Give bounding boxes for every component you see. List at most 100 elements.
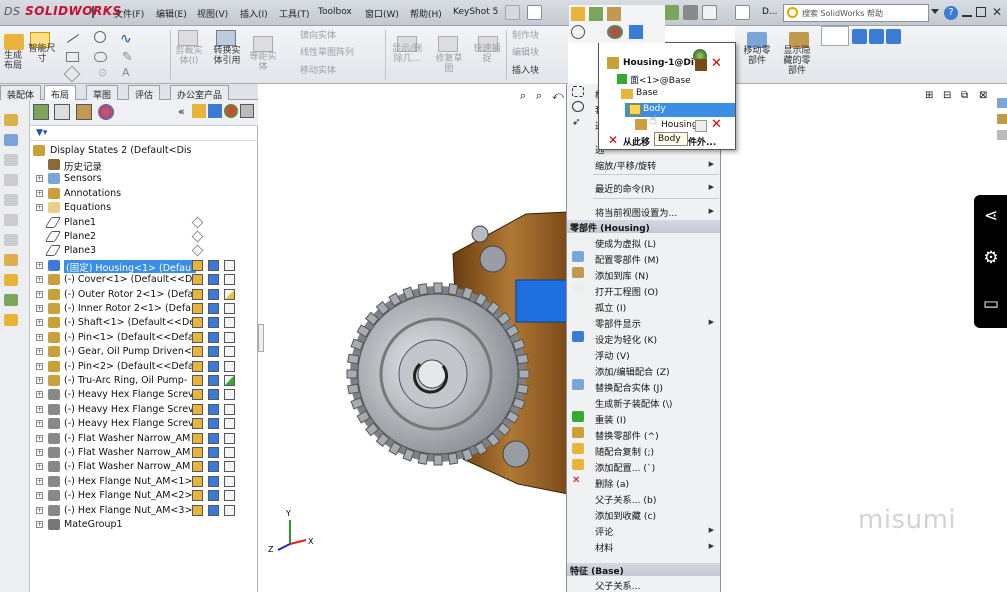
popup-base[interactable]: Base [636, 88, 658, 98]
zoom-icon[interactable] [571, 25, 585, 39]
appearance-cell-icon[interactable] [192, 432, 203, 444]
generate-layout-button[interactable]: 生成 布局 [0, 51, 26, 71]
solidworks-logo[interactable]: DS SOLIDWORKS [4, 4, 122, 18]
tree-node[interactable]: + (-) Hex Flange Nut_AM<3> [30, 504, 258, 518]
context-menu-item[interactable]: 添加到库 (N) [595, 268, 649, 282]
display-mode-cell-icon[interactable] [208, 331, 219, 343]
appearance-cell-icon[interactable] [192, 375, 203, 386]
transparency-cell-icon[interactable] [224, 288, 235, 300]
appearance-cell-icon[interactable] [192, 447, 203, 458]
display-mode-cell-icon[interactable] [208, 418, 219, 430]
pattern-icon[interactable] [4, 194, 18, 206]
expand-toggle-icon[interactable]: + [36, 463, 43, 471]
expand-toggle-icon[interactable]: + [36, 175, 43, 183]
edit-block-button[interactable]: 编辑块 [512, 48, 539, 58]
display-manager-icon[interactable] [98, 104, 114, 120]
feature-icon[interactable] [4, 174, 18, 186]
transparency-cell-icon[interactable] [224, 317, 235, 329]
tile-icon[interactable]: ⊞ [925, 90, 933, 101]
context-menu-item[interactable]: 浮动 (V) [595, 348, 630, 362]
remove-all-icon[interactable]: ✕ [608, 133, 618, 147]
context-menu-item[interactable]: 添加/编辑配合 (Z) [595, 364, 670, 378]
context-menu-item[interactable]: 设定为轻化 (K) [595, 332, 657, 346]
expand-toggle-icon[interactable]: + [36, 362, 43, 370]
transparency-cell-icon[interactable] [224, 490, 235, 502]
transparency-cell-icon[interactable] [224, 418, 235, 430]
tree-node[interactable]: + (-) Shaft<1> (Default<<De [30, 316, 258, 330]
tab-evaluate[interactable]: 评估 [128, 85, 161, 101]
insert-block-button[interactable]: 插入块 [512, 66, 539, 76]
expand-toggle-icon[interactable]: + [36, 405, 43, 413]
display-mode-cell-icon[interactable] [208, 504, 219, 516]
trim-solid-button[interactable]: 剪裁实 体(I) [172, 46, 206, 66]
tab-sketch[interactable]: 草图 [86, 85, 119, 101]
transparency-cell-icon[interactable] [224, 475, 235, 487]
expand-toggle-icon[interactable]: + [36, 204, 43, 212]
window-minimize-icon[interactable]: ⊟ [943, 90, 951, 101]
expand-toggle-icon[interactable]: + [36, 521, 43, 528]
make-block-button[interactable]: 制作块 [512, 31, 539, 41]
tree-node[interactable]: + (-) Hex Flange Nut_AM<2> [30, 489, 258, 503]
tree-node[interactable]: +Plane1 [30, 216, 258, 230]
tree-node[interactable]: + (-) Gear, Oil Pump Driven< [30, 345, 258, 359]
sketch-icon[interactable] [4, 154, 18, 166]
transparency-cell-icon[interactable] [224, 389, 235, 401]
options-icon[interactable] [683, 5, 698, 20]
appearance-cell-icon[interactable] [192, 490, 203, 502]
plane-visibility-icon[interactable] [191, 216, 204, 228]
search-input[interactable]: 搜索 SolidWorks 帮助 [783, 4, 929, 22]
appearance-cell-icon[interactable] [192, 259, 203, 271]
mate-icon[interactable] [4, 214, 18, 226]
appearance-cell-icon[interactable] [192, 418, 203, 430]
transparency-cell-icon[interactable] [224, 375, 235, 386]
file-explorer-icon[interactable] [997, 130, 1007, 140]
move-entities-button[interactable]: 移动实体 [300, 66, 336, 76]
tree-node[interactable]: + (-) Heavy Hex Flange Screv [30, 388, 258, 402]
col-color-icon[interactable] [224, 104, 238, 118]
assembly-model[interactable]: Z X Y [258, 84, 568, 592]
display-mode-cell-icon[interactable] [208, 259, 219, 271]
context-menu-item[interactable]: 随配合复制 (;) [595, 444, 654, 458]
text-tool-icon[interactable]: A [122, 66, 130, 79]
explode-icon[interactable] [4, 234, 18, 246]
context-menu-item[interactable]: 零部件显示 [595, 316, 641, 330]
menu-edit[interactable]: 编辑(E) [156, 7, 187, 20]
col-display-icon[interactable] [208, 104, 222, 118]
remove-appearance-icon[interactable]: ✕ [711, 56, 722, 71]
display-mode-cell-icon[interactable] [208, 274, 219, 286]
line-tool-icon[interactable] [66, 34, 80, 43]
close-button[interactable]: ✕ [992, 5, 1002, 19]
display-mode-cell-icon[interactable] [208, 461, 219, 473]
col-appearance-icon[interactable] [192, 104, 206, 118]
transparency-cell-icon[interactable] [224, 403, 235, 415]
new-doc-icon[interactable] [527, 5, 542, 20]
tree-node[interactable]: + (-) Flat Washer Narrow_AM [30, 446, 258, 460]
filter-icon[interactable]: ▼▾ [36, 128, 58, 138]
offset-entities-button[interactable]: 等距实体 [246, 52, 280, 72]
appearance-popup-icon[interactable] [607, 25, 623, 39]
part-icon[interactable] [4, 134, 18, 146]
appearance-cell-icon[interactable] [192, 475, 203, 487]
monitor-icon[interactable]: ▭ [980, 293, 1002, 315]
context-recent-commands[interactable]: 最近的命令(R) [595, 181, 655, 195]
expand-toggle-icon[interactable]: + [36, 276, 43, 284]
col-transparency-icon[interactable] [240, 104, 254, 118]
pin-toolbar-icon[interactable] [505, 5, 520, 20]
tree-node[interactable]: + (-) Hex Flange Nut_AM<1> [30, 475, 258, 489]
tree-node[interactable]: + (-) Heavy Hex Flange Screv [30, 403, 258, 417]
menu-keyshot[interactable]: KeyShot 5 [453, 7, 498, 17]
expand-toggle-icon[interactable]: + [36, 189, 43, 197]
expand-toggle-icon[interactable]: + [36, 477, 43, 485]
tree-node[interactable]: + (-) Flat Washer Narrow_AM [30, 432, 258, 446]
minimize-button[interactable] [962, 7, 972, 17]
context-menu-item[interactable]: 使成为虚拟 (L) [595, 236, 656, 250]
appearance-cell-icon[interactable] [192, 274, 203, 286]
layout-icon[interactable] [735, 5, 750, 20]
context-set-view[interactable]: 将当前视图设置为... [595, 205, 677, 219]
context-menu-item[interactable]: 添加配置... (`) [595, 460, 655, 474]
rebuild-icon[interactable] [664, 5, 679, 20]
menu-tools[interactable]: 工具(T) [279, 7, 310, 20]
appearance-cell-icon[interactable] [192, 403, 203, 415]
transparency-cell-icon[interactable] [224, 303, 235, 314]
mirror-entities-button[interactable]: 镜向实体 [300, 31, 336, 41]
